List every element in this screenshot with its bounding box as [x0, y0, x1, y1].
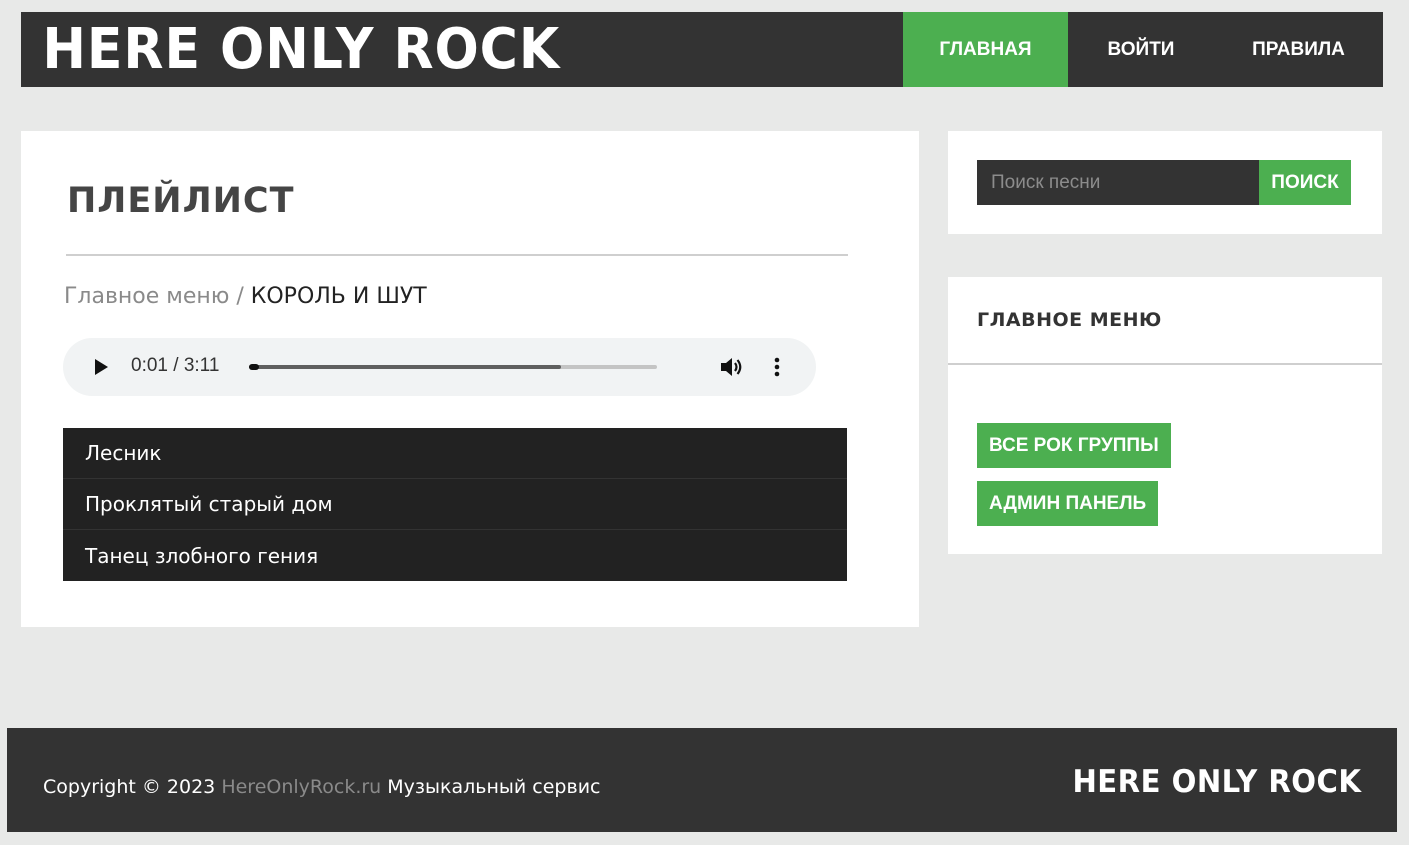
menu-title: ГЛАВНОЕ МЕНЮ: [977, 309, 1162, 331]
play-icon[interactable]: [91, 357, 111, 377]
main-menu-card: ГЛАВНОЕ МЕНЮ ВСЕ РОК ГРУППЫ АДМИН ПАНЕЛЬ: [948, 277, 1382, 554]
player-buffered: [249, 365, 562, 369]
player-seek-bar[interactable]: [249, 364, 657, 370]
player-progress[interactable]: [249, 364, 259, 370]
playlist-card: ПЛЕЙЛИСТ Главное меню / КОРОЛЬ И ШУТ 0:0…: [21, 131, 919, 627]
song-item[interactable]: Лесник: [63, 428, 847, 479]
nav-rules[interactable]: ПРАВИЛА: [1214, 12, 1383, 87]
site-header: HERE ONLY ROCK ГЛАВНАЯ ВОЙТИ ПРАВИЛА: [21, 12, 1383, 87]
breadcrumb-current: КОРОЛЬ И ШУТ: [250, 284, 427, 309]
search-input[interactable]: [977, 160, 1259, 205]
search-card: ПОИСК: [948, 131, 1382, 234]
main-nav: ГЛАВНАЯ ВОЙТИ ПРАВИЛА: [903, 12, 1383, 87]
breadcrumb-separator: /: [229, 284, 251, 309]
song-list: Лесник Проклятый старый дом Танец злобно…: [63, 428, 847, 581]
song-item[interactable]: Танец злобного гения: [63, 530, 847, 581]
more-vert-icon[interactable]: [773, 355, 781, 379]
admin-panel-button[interactable]: АДМИН ПАНЕЛЬ: [977, 481, 1159, 526]
page-title: ПЛЕЙЛИСТ: [67, 181, 295, 221]
breadcrumb-parent-link[interactable]: Главное меню: [64, 284, 229, 309]
footer-logo[interactable]: HERE ONLY ROCK: [1072, 764, 1361, 800]
copyright: Copyright © 2023 HereOnlyRock.ru Музыкал…: [43, 776, 600, 798]
song-item[interactable]: Проклятый старый дом: [63, 479, 847, 530]
breadcrumb: Главное меню / КОРОЛЬ И ШУТ: [64, 284, 427, 309]
title-divider: [66, 254, 848, 256]
all-rock-groups-button[interactable]: ВСЕ РОК ГРУППЫ: [977, 423, 1171, 468]
nav-login[interactable]: ВОЙТИ: [1068, 12, 1214, 87]
site-logo[interactable]: HERE ONLY ROCK: [21, 12, 841, 87]
volume-icon[interactable]: [719, 355, 744, 379]
copyright-suffix: Музыкальный сервис: [387, 776, 601, 798]
search-button[interactable]: ПОИСК: [1259, 160, 1351, 205]
audio-player: 0:01 / 3:11: [63, 338, 816, 396]
player-time: 0:01 / 3:11: [131, 355, 220, 376]
menu-divider: [948, 363, 1382, 365]
copyright-prefix: Copyright © 2023: [43, 776, 216, 798]
site-link[interactable]: HereOnlyRock.ru: [221, 776, 381, 798]
nav-home[interactable]: ГЛАВНАЯ: [903, 12, 1068, 87]
site-footer: Copyright © 2023 HereOnlyRock.ru Музыкал…: [7, 728, 1397, 832]
